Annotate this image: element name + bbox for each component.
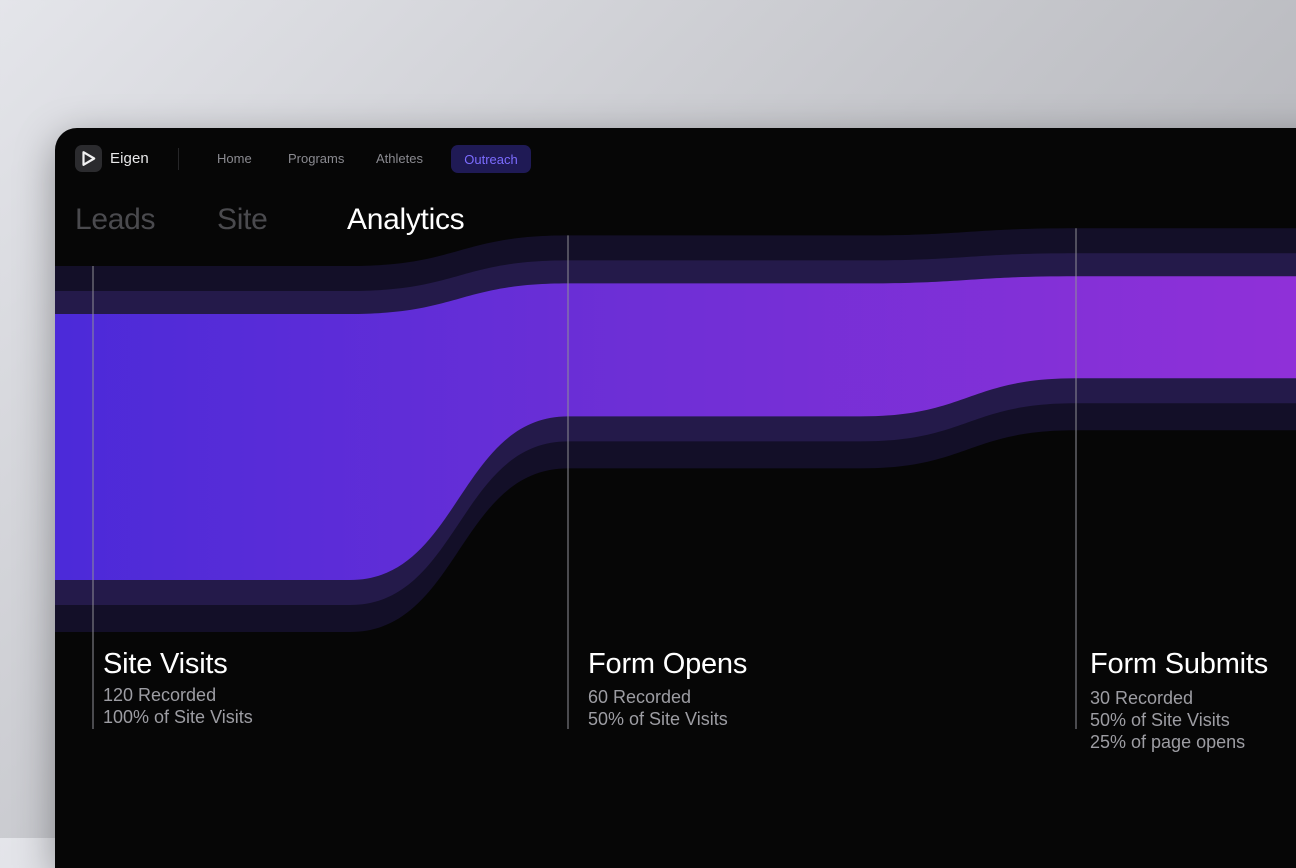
stage-percent: 100% of Site Visits	[103, 707, 253, 727]
stage-percent: 50% of Site Visits	[1090, 710, 1230, 730]
stage-site-visits: Site Visits 120 Recorded 100% of Site Vi…	[103, 648, 253, 728]
stage-percent: 50% of Site Visits	[588, 709, 728, 729]
nav-outreach[interactable]: Outreach	[451, 145, 531, 173]
tab-leads[interactable]: Leads	[75, 203, 156, 237]
stage-title: Form Submits	[1090, 648, 1269, 680]
play-icon	[82, 151, 96, 166]
nav-divider	[178, 148, 179, 170]
stage-title: Form Opens	[588, 648, 748, 680]
top-nav-bar: Eigen Home Programs Athletes Outreach	[55, 128, 1296, 188]
stage-percent-secondary: 25% of page opens	[1090, 732, 1246, 752]
stage-form-opens: Form Opens 60 Recorded 50% of Site Visit…	[588, 648, 747, 730]
stage-title: Site Visits	[103, 648, 228, 680]
stage-recorded: 120 Recorded	[103, 685, 217, 705]
funnel-chart	[55, 228, 1296, 729]
nav-athletes[interactable]: Athletes	[376, 151, 423, 166]
nav-programs[interactable]: Programs	[288, 151, 344, 166]
stage-recorded: 30 Recorded	[1090, 688, 1194, 708]
brand-name: Eigen	[110, 150, 149, 167]
nav-home[interactable]: Home	[217, 151, 252, 166]
logo-tile[interactable]	[75, 145, 102, 172]
tab-site[interactable]: Site	[217, 203, 268, 237]
app-window: Eigen Home Programs Athletes Outreach Le…	[55, 128, 1296, 868]
stage-form-submits: Form Submits 30 Recorded 50% of Site Vis…	[1090, 648, 1268, 753]
tab-analytics[interactable]: Analytics	[347, 203, 465, 237]
stage-recorded: 60 Recorded	[588, 687, 692, 707]
